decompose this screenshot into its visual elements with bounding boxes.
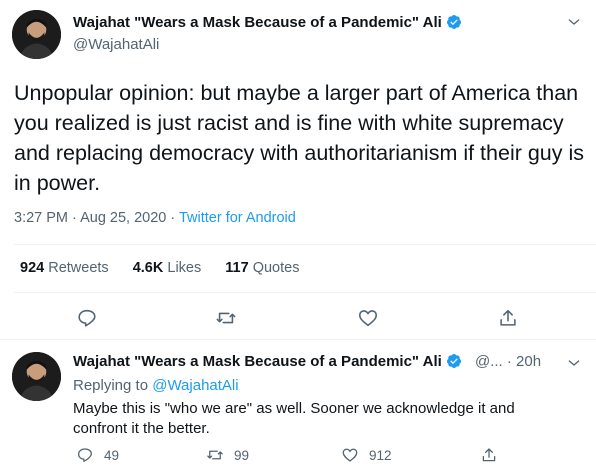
reply-icon [78, 309, 96, 327]
meta-separator: · [166, 210, 179, 226]
avatar[interactable] [12, 352, 61, 401]
verified-badge-icon [446, 15, 461, 29]
author-name[interactable]: Wajahat "Wears a Mask Because of a Pande… [73, 353, 462, 370]
reply-count: 49 [104, 447, 120, 463]
tweet-text: Unpopular opinion: but maybe a larger pa… [14, 81, 585, 195]
reply-button[interactable] [76, 307, 98, 329]
reply-text: Maybe this is "who we are" as well. Soon… [73, 400, 515, 437]
like-icon [358, 310, 378, 327]
avatar-image [12, 10, 61, 59]
author-name[interactable]: Wajahat "Wears a Mask Because of a Pande… [73, 14, 462, 31]
retweet-icon [216, 312, 236, 324]
likes-label[interactable]: Likes [167, 260, 201, 276]
author-name-text: Wajahat "Wears a Mask Because of a Pande… [73, 14, 442, 31]
retweets-count[interactable]: 924 [20, 260, 44, 276]
retweet-count: 99 [234, 447, 250, 463]
replying-to-mention[interactable]: @WajahatAli [152, 377, 238, 394]
author-name-text: Wajahat "Wears a Mask Because of a Pande… [73, 353, 442, 370]
verified-badge-icon [446, 354, 461, 368]
avatar[interactable] [12, 10, 61, 59]
avatar-image [12, 352, 61, 401]
share-icon [482, 448, 496, 462]
share-button[interactable] [480, 445, 508, 465]
retweet-icon [207, 450, 223, 460]
author-handle[interactable]: @WajahatAli [73, 36, 159, 53]
quotes-count[interactable]: 117 [225, 260, 248, 276]
like-button[interactable] [357, 307, 379, 329]
tweet-metadata: 3:27 PM · Aug 25, 2020 · Twitter for And… [14, 210, 296, 226]
retweets-label[interactable]: Retweets [48, 260, 108, 276]
reply-handle-time[interactable]: @... · 20h [475, 353, 541, 370]
engagement-stats: 924 Retweets 4.6K Likes 117 Quotes [20, 260, 319, 276]
chevron-down-icon[interactable] [566, 14, 582, 30]
main-tweet: Wajahat "Wears a Mask Because of a Pande… [0, 0, 596, 340]
replying-prefix: Replying to [73, 377, 153, 394]
like-count: 912 [369, 447, 392, 463]
like-button[interactable]: 912 [341, 445, 392, 465]
divider [14, 292, 596, 293]
tweet-source[interactable]: Twitter for Android [179, 210, 296, 226]
replying-to: Replying to @WajahatAli [73, 377, 239, 394]
share-icon [500, 309, 516, 326]
tweet-timestamp[interactable]: 3:27 PM · Aug 25, 2020 [14, 210, 166, 226]
reply-tweet[interactable]: Wajahat "Wears a Mask Because of a Pande… [0, 341, 596, 474]
retweet-button[interactable]: 99 [206, 445, 249, 465]
like-icon [342, 448, 358, 462]
quotes-label[interactable]: Quotes [253, 260, 300, 276]
reply-icon [77, 448, 93, 463]
chevron-down-icon[interactable] [566, 355, 582, 371]
retweet-button[interactable] [215, 307, 237, 329]
likes-count[interactable]: 4.6K [133, 260, 164, 276]
share-button[interactable] [497, 307, 519, 329]
divider [14, 244, 596, 245]
reply-button[interactable]: 49 [76, 445, 119, 465]
